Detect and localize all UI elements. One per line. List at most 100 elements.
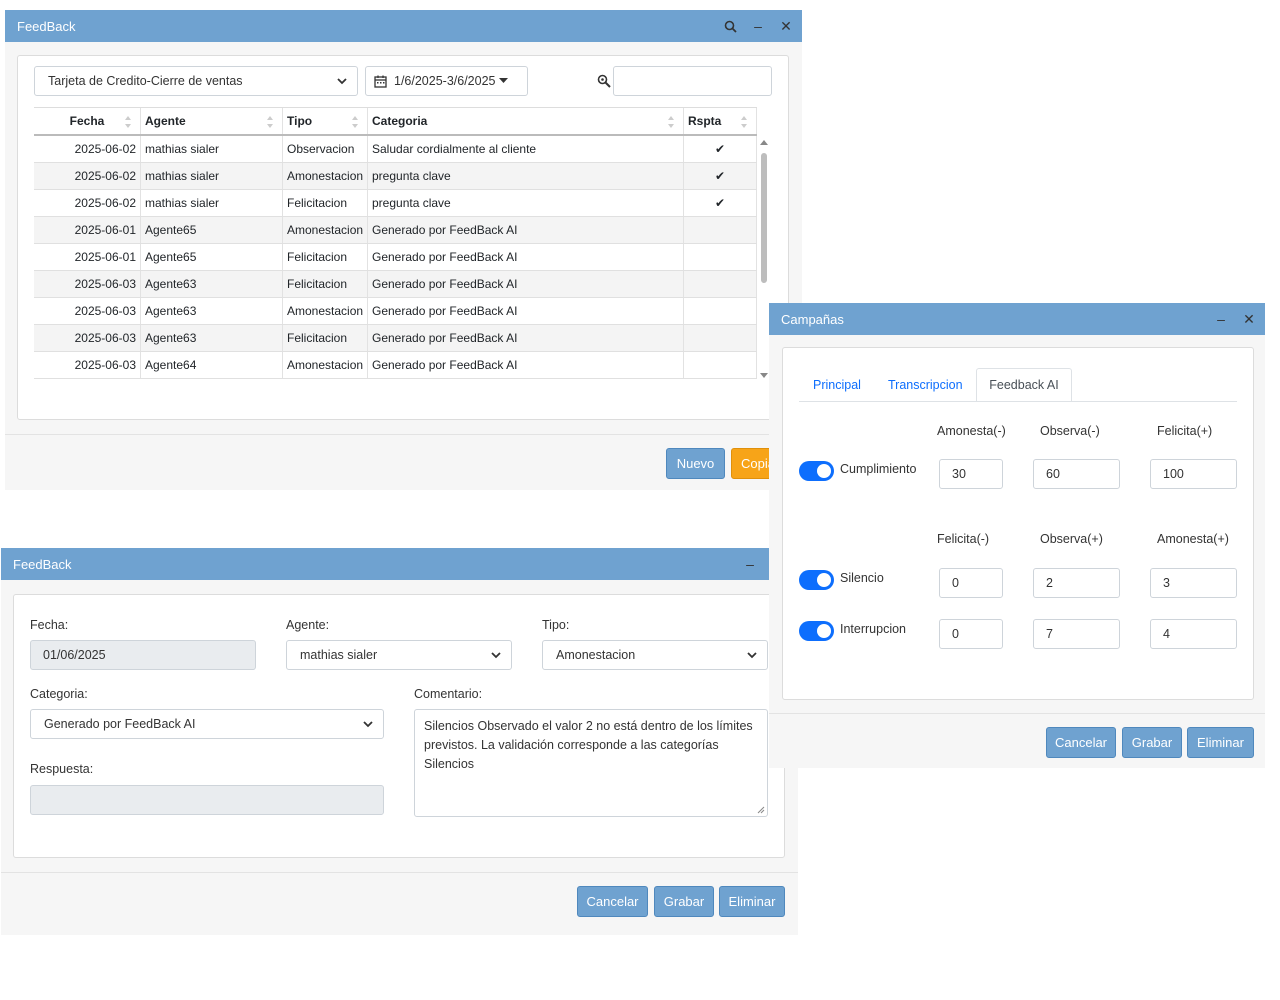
sort-icon — [741, 116, 747, 128]
input-value: 100 — [1163, 467, 1184, 481]
interrupcion-observa-input[interactable]: 7 — [1033, 619, 1120, 649]
column-header-label: Agente — [145, 114, 186, 128]
campaign-filter-value: Tarjeta de Credito-Cierre de ventas — [48, 74, 243, 88]
cell-agente: Agente63 — [141, 325, 283, 351]
agente-select[interactable]: mathias sialer — [286, 640, 512, 670]
tab-transcripcion[interactable]: Transcripcion — [888, 378, 963, 392]
column-header-label: Fecha — [69, 114, 105, 128]
interrupcion-felicita-input[interactable]: 0 — [939, 619, 1003, 649]
column-header-categoria[interactable]: Categoria — [368, 108, 684, 134]
cell-fecha: 2025-06-03 — [34, 271, 141, 297]
cell-categoria: Generado por FeedBack AI — [368, 325, 684, 351]
respuesta-field — [30, 785, 384, 815]
fecha-field: 01/06/2025 — [30, 640, 256, 670]
table-row[interactable]: 2025-06-02 mathias sialer Felicitacion preg… — [34, 190, 757, 217]
close-icon[interactable]: ✕ — [778, 18, 794, 34]
input-value: 60 — [1046, 467, 1060, 481]
silencio-felicita-input[interactable]: 0 — [939, 568, 1003, 598]
sort-icon — [125, 116, 131, 128]
input-value: 2 — [1046, 576, 1053, 590]
table-row[interactable]: 2025-06-02 mathias sialer Amonestacion preg… — [34, 163, 757, 190]
table-row[interactable]: 2025-06-03 Agente63 Amonestacion Generado p… — [34, 298, 757, 325]
cell-tipo: Felicitacion — [283, 271, 368, 297]
agente-value: mathias sialer — [300, 648, 378, 662]
column-header-fecha[interactable]: Fecha — [34, 108, 141, 134]
campaign-filter-select[interactable]: Tarjeta de Credito-Cierre de ventas — [34, 66, 358, 96]
cumplimiento-felicita-input[interactable]: 100 — [1150, 459, 1237, 489]
footer-divider — [1, 872, 798, 873]
cell-tipo: Amonestacion — [283, 352, 368, 378]
cell-rspta — [684, 217, 757, 243]
table-row[interactable]: 2025-06-02 mathias sialer Observacion Salud… — [34, 136, 757, 163]
zoom-search-icon[interactable] — [597, 74, 611, 88]
eliminar-button[interactable]: Eliminar — [1187, 727, 1254, 758]
chevron-down-icon — [491, 652, 501, 659]
table-row[interactable]: 2025-06-03 Agente63 Felicitacion Generado p… — [34, 325, 757, 352]
chevron-down-icon — [363, 721, 373, 728]
cancelar-button[interactable]: Cancelar — [1046, 727, 1116, 758]
feedback-list-titlebar[interactable]: FeedBack – ✕ — [5, 10, 802, 42]
feedback-list-window: FeedBack – ✕ Tarjeta de Credito-Cierre d… — [5, 10, 802, 490]
nuevo-button[interactable]: Nuevo — [666, 448, 725, 479]
cell-agente: Agente65 — [141, 217, 283, 243]
silencio-amonesta-input[interactable]: 3 — [1150, 568, 1237, 598]
check-icon: ✔ — [684, 190, 757, 216]
date-range-picker[interactable]: 1/6/2025-3/6/2025 — [365, 66, 528, 96]
silencio-observa-input[interactable]: 2 — [1033, 568, 1120, 598]
interrupcion-amonesta-input[interactable]: 4 — [1150, 619, 1237, 649]
header-amonesta-pos: Amonesta(+) — [1157, 532, 1229, 546]
categoria-value: Generado por FeedBack AI — [44, 717, 196, 731]
resize-handle-icon[interactable] — [757, 806, 765, 814]
column-header-label: Rspta — [688, 114, 722, 128]
feedback-edit-titlebar[interactable]: FeedBack – — [1, 548, 798, 580]
table-row[interactable]: 2025-06-01 Agente65 Felicitacion Generado p… — [34, 244, 757, 271]
table-row[interactable]: 2025-06-01 Agente65 Amonestacion Generado p… — [34, 217, 757, 244]
categoria-select[interactable]: Generado por FeedBack AI — [30, 709, 384, 739]
cell-categoria: pregunta clave — [368, 163, 684, 189]
cell-fecha: 2025-06-01 — [34, 244, 141, 270]
minimize-icon[interactable]: – — [750, 18, 766, 34]
header-observa-pos: Observa(+) — [1040, 532, 1103, 546]
grabar-button[interactable]: Grabar — [1122, 727, 1182, 758]
input-value: 7 — [1046, 627, 1053, 641]
cumplimiento-toggle[interactable] — [799, 461, 834, 481]
cumplimiento-amonesta-input[interactable]: 30 — [939, 459, 1003, 489]
search-icon[interactable] — [722, 18, 738, 34]
tab-feedback-ai[interactable]: Feedback AI — [976, 368, 1072, 402]
cumplimiento-observa-input[interactable]: 60 — [1033, 459, 1120, 489]
sort-icon — [668, 116, 674, 128]
eliminar-button[interactable]: Eliminar — [719, 886, 785, 917]
close-icon[interactable]: ✕ — [1241, 311, 1257, 327]
calendar-icon — [374, 75, 387, 88]
column-header-label: Categoria — [372, 114, 428, 128]
window-title: FeedBack — [13, 556, 72, 572]
input-value: 30 — [952, 467, 966, 481]
tab-divider — [799, 401, 1237, 402]
search-input[interactable] — [613, 66, 772, 96]
tab-principal[interactable]: Principal — [813, 378, 861, 392]
column-header-tipo[interactable]: Tipo — [283, 108, 368, 134]
column-header-label: Tipo — [287, 114, 313, 128]
header-observa-neg: Observa(-) — [1040, 424, 1100, 438]
table-row[interactable]: 2025-06-03 Agente63 Felicitacion Generado p… — [34, 271, 757, 298]
cell-categoria: pregunta clave — [368, 190, 684, 216]
campaigns-titlebar[interactable]: Campañas – ✕ — [769, 303, 1265, 335]
cancelar-button[interactable]: Cancelar — [577, 886, 648, 917]
minimize-icon[interactable]: – — [1213, 311, 1229, 327]
table-row[interactable]: 2025-06-03 Agente64 Amonestacion Generado p… — [34, 352, 757, 379]
interrupcion-label: Interrupcion — [840, 622, 907, 636]
cell-tipo: Felicitacion — [283, 190, 368, 216]
column-header-rspta[interactable]: Rspta — [684, 108, 757, 134]
tipo-select[interactable]: Amonestacion — [542, 640, 768, 670]
minimize-icon[interactable]: – — [742, 556, 758, 572]
sort-icon — [352, 116, 358, 128]
header-felicita-neg: Felicita(-) — [937, 532, 990, 546]
cell-rspta — [684, 352, 757, 378]
column-header-agente[interactable]: Agente — [141, 108, 283, 134]
interrupcion-toggle[interactable] — [799, 621, 834, 641]
footer-divider — [769, 713, 1265, 714]
cell-fecha: 2025-06-03 — [34, 298, 141, 324]
comentario-textarea[interactable]: Silencios Observado el valor 2 no está d… — [414, 709, 768, 817]
silencio-toggle[interactable] — [799, 570, 834, 590]
grabar-button[interactable]: Grabar — [654, 886, 714, 917]
